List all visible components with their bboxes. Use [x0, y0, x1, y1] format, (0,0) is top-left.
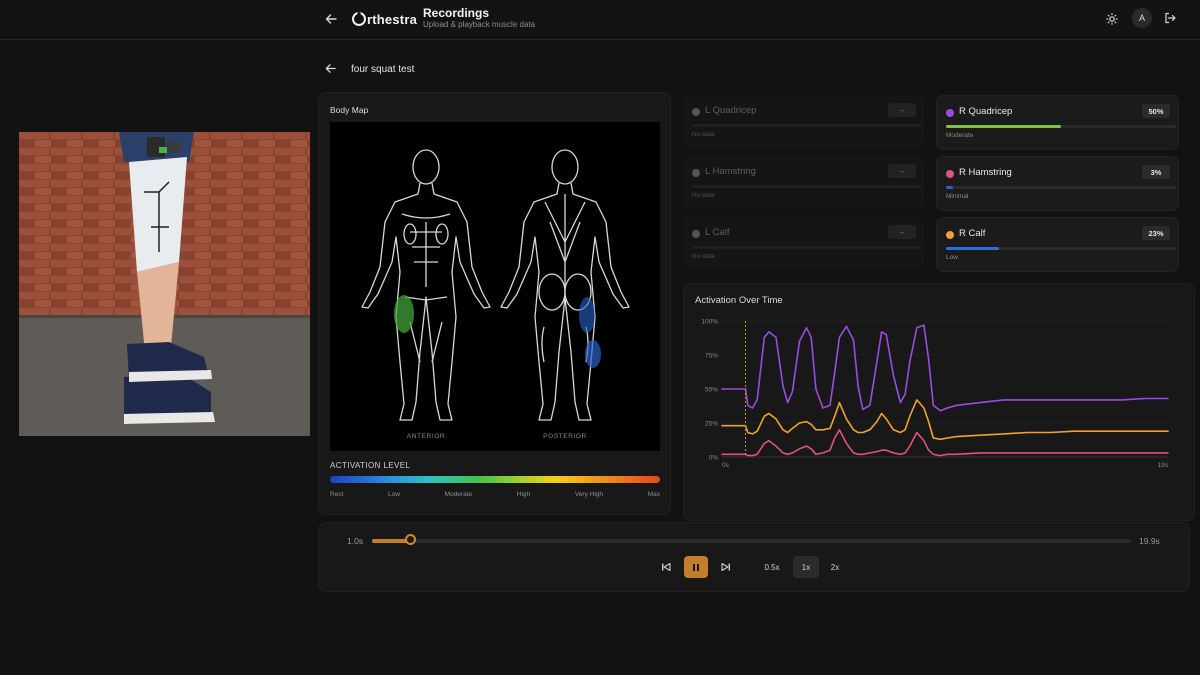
muscle-status: Low [946, 254, 958, 261]
series-line-0 [721, 324, 1169, 412]
muscle-status: Minimal [946, 193, 969, 200]
muscle-color-dot [692, 169, 700, 177]
back-to-recordings-icon[interactable] [322, 60, 338, 76]
muscle-card[interactable]: R Hamstring 3% Minimal [936, 156, 1179, 211]
speed-0-5x-button[interactable]: 0.5x [759, 556, 785, 578]
level-very-high: Very High [574, 491, 604, 498]
muscle-color-dot [946, 231, 954, 239]
y-tick-label: 25% [705, 421, 718, 428]
current-time: 1.0s [347, 536, 364, 546]
muscle-activation-bar [692, 124, 922, 127]
pause-icon [693, 563, 699, 571]
page-subtitle: Upload & playback muscle data [423, 20, 536, 29]
top-bar: rthestra Recordings Upload & playback mu… [0, 0, 1200, 40]
body-map-panel: Body Map ANTERIOR POSTERIOR ACTIVATION L… [318, 92, 671, 515]
skip-forward-button[interactable] [717, 556, 735, 578]
muscle-status: No data [692, 253, 715, 260]
series-line-1 [721, 399, 1169, 441]
body-map-canvas: ANTERIOR POSTERIOR [330, 122, 660, 451]
muscle-activation-bar [946, 125, 1176, 128]
muscle-activation-bar [946, 186, 1176, 189]
level-high: High [516, 491, 531, 498]
playback-scrubber[interactable] [372, 534, 1131, 545]
muscle-card[interactable]: L Hamstring – No data [683, 156, 924, 209]
muscle-activation-badge: – [888, 103, 916, 117]
muscle-activation-badge: 50% [1142, 104, 1170, 118]
skip-back-button[interactable] [657, 556, 675, 578]
muscle-card[interactable]: R Calf 23% Low [936, 217, 1179, 272]
muscle-color-dot [946, 170, 954, 178]
muscle-color-dot [692, 108, 700, 116]
r-quadricep-highlight [394, 295, 414, 333]
skip-back-icon [662, 562, 671, 572]
total-time: 19.9s [1139, 536, 1160, 546]
muscle-activation-bar [946, 247, 1176, 250]
app-logo[interactable]: rthestra [352, 10, 417, 28]
avatar[interactable]: A [1132, 8, 1152, 28]
anterior-figure [361, 149, 491, 421]
skip-forward-icon [721, 562, 730, 572]
logo-text: rthestra [367, 11, 418, 27]
level-max: Max [647, 491, 660, 498]
scrubber-handle[interactable] [404, 534, 416, 545]
level-low: Low [388, 491, 400, 498]
muscle-card[interactable]: L Calf – No data [683, 217, 924, 270]
muscle-name: R Calf [959, 228, 986, 239]
muscle-status: No data [692, 131, 715, 138]
playback-panel: 1.0s 19.9s 0.5x 1x 2x [318, 522, 1190, 592]
activation-level-scale: Rest Low Moderate High Very High Max [330, 491, 660, 498]
x-tick-label: 19s [1158, 462, 1169, 469]
logo-mark-icon [352, 12, 366, 26]
muscle-activation-badge: 3% [1142, 165, 1170, 179]
activation-level-label: ACTIVATION LEVEL [330, 461, 411, 470]
muscle-name: L Quadricep [705, 105, 757, 116]
recording-video-frame [19, 132, 310, 436]
muscle-status: Moderate [946, 132, 974, 139]
muscle-color-dot [692, 230, 700, 238]
posterior-label: POSTERIOR [543, 433, 587, 440]
muscle-activation-badge: 23% [1142, 226, 1170, 240]
muscle-color-dot [946, 109, 954, 117]
muscle-name: R Hamstring [959, 167, 1012, 178]
activation-line-chart: 100% 75% 50% 25% 0%0s 19s [701, 319, 1169, 469]
chart-title: Activation Over Time [695, 295, 783, 306]
theme-toggle-sun-icon[interactable] [1104, 11, 1120, 27]
body-map-title: Body Map [330, 105, 369, 115]
muscle-name: R Quadricep [959, 106, 1013, 117]
muscle-activation-fill [946, 247, 999, 250]
muscle-activation-fill [946, 125, 1061, 128]
level-moderate: Moderate [444, 491, 473, 498]
muscle-card[interactable]: L Quadricep – No data [683, 95, 924, 148]
muscle-activation-bar [692, 246, 922, 249]
posterior-figure [500, 149, 630, 421]
activation-chart-panel: Activation Over Time 100% 75% 50% 25% 0% 0s 19… [683, 283, 1195, 521]
series-line-2 [721, 429, 1169, 457]
muscle-name: L Hamstring [705, 166, 756, 177]
y-tick-label: 0% [709, 455, 719, 462]
recording-name: four squat test [351, 64, 415, 75]
page-title: Recordings [423, 6, 490, 20]
pause-button[interactable] [684, 556, 708, 578]
r-calf-highlight [585, 340, 601, 368]
y-tick-label: 50% [705, 387, 718, 394]
x-tick-label: 0s [722, 462, 730, 469]
y-tick-label: 75% [705, 353, 718, 360]
anterior-label: ANTERIOR [407, 433, 445, 440]
speed-1x-button[interactable]: 1x [793, 556, 819, 578]
muscle-activation-badge: – [888, 164, 916, 178]
muscle-activation-bar [692, 185, 922, 188]
muscle-name: L Calf [705, 227, 730, 238]
back-arrow-icon[interactable] [322, 10, 340, 28]
muscle-activation-fill [946, 186, 953, 189]
muscle-activation-badge: – [888, 225, 916, 239]
muscle-card[interactable]: R Quadricep 50% Moderate [936, 95, 1179, 150]
activation-gradient-bar [330, 476, 660, 483]
r-hamstring-highlight [579, 297, 595, 333]
logout-icon[interactable] [1162, 10, 1178, 26]
speed-2x-button[interactable]: 2x [823, 556, 847, 578]
muscle-status: No data [692, 192, 715, 199]
level-rest: Rest [330, 491, 344, 498]
y-tick-label: 100% [701, 319, 718, 326]
